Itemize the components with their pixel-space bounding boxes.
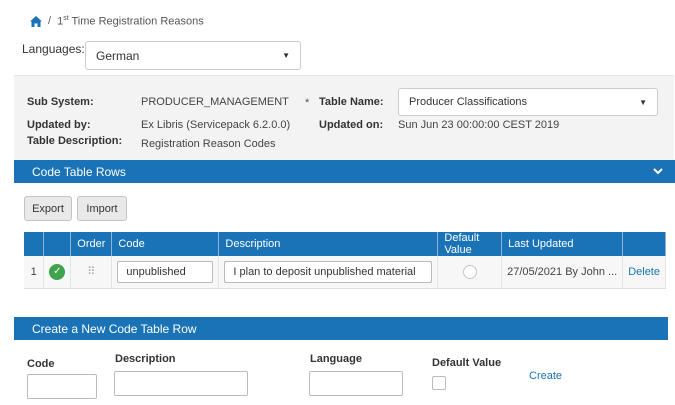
table-name-label: Table Name:: [319, 96, 384, 108]
export-button[interactable]: Export: [24, 196, 72, 221]
updated-on-value: Sun Jun 23 00:00:00 CEST 2019: [398, 119, 560, 131]
description-input[interactable]: I plan to deposit unpublished material: [224, 260, 433, 283]
language-label: Language: [310, 353, 362, 365]
chevron-down-icon: ▼: [639, 97, 647, 107]
col-last-updated: Last Updated: [501, 232, 624, 256]
create-row-title: Create a New Code Table Row: [32, 321, 197, 336]
create-link[interactable]: Create: [529, 370, 562, 382]
table-name-select[interactable]: Producer Classifications ▼: [398, 88, 658, 116]
sub-system-label: Sub System:: [27, 96, 94, 108]
check-circle-icon: ✓: [49, 263, 66, 280]
breadcrumb-title: Time Registration Reasons: [68, 15, 204, 28]
default-value-radio[interactable]: [462, 264, 477, 279]
code-input[interactable]: unpublished: [117, 260, 214, 283]
chevron-down-icon[interactable]: [653, 168, 663, 175]
chevron-down-icon: ▼: [282, 51, 290, 60]
col-index: [24, 232, 45, 256]
table-row: 1 ✓ ⠿ unpublished I plan to deposit unpu…: [24, 256, 666, 289]
col-default-value: Default Value: [437, 232, 503, 256]
table-description-value: Registration Reason Codes: [141, 138, 276, 150]
code-table-rows-header[interactable]: Code Table Rows: [14, 160, 675, 183]
language-selected: German: [96, 48, 140, 63]
updated-on-label: Updated on:: [319, 119, 384, 131]
row-index: 1: [24, 256, 45, 289]
row-description-cell: I plan to deposit unpublished material: [218, 256, 439, 289]
create-row-header: Create a New Code Table Row: [14, 317, 668, 340]
updated-by-label: Updated by:: [27, 119, 91, 131]
code-label: Code: [27, 358, 55, 370]
col-description: Description: [218, 232, 439, 256]
sub-system-value: PRODUCER_MANAGEMENT: [141, 96, 289, 108]
col-action: [622, 232, 666, 256]
code-table: Order Code Description Default Value Las…: [24, 232, 666, 289]
new-language-input[interactable]: [309, 371, 403, 396]
default-value-label: Default Value: [432, 357, 502, 369]
languages-label: Languages:: [22, 42, 85, 56]
table-header-row: Order Code Description Default Value Las…: [24, 232, 666, 256]
breadcrumb-current: 1st Time Registration Reasons: [57, 15, 204, 28]
row-code-cell: unpublished: [111, 256, 220, 289]
row-status: ✓: [43, 256, 72, 289]
col-status: [43, 232, 72, 256]
drag-handle-icon[interactable]: ⠿: [70, 256, 113, 289]
col-order: Order: [70, 232, 113, 256]
new-description-input[interactable]: [114, 371, 248, 396]
required-marker: *: [305, 97, 310, 109]
breadcrumb-separator: /: [48, 15, 52, 27]
updated-by-value: Ex Libris (Servicepack 6.2.0.0): [141, 119, 291, 131]
home-icon[interactable]: [30, 15, 42, 27]
delete-link[interactable]: Delete: [628, 266, 660, 278]
import-button[interactable]: Import: [77, 196, 127, 221]
description-label: Description: [115, 353, 176, 365]
col-code: Code: [111, 232, 220, 256]
row-default-cell: [437, 256, 503, 289]
table-description-label: Table Description:: [27, 135, 123, 147]
new-default-checkbox[interactable]: [432, 376, 446, 390]
language-select[interactable]: German ▼: [85, 41, 301, 70]
row-last-updated: 27/05/2021 By John ...: [501, 256, 624, 289]
breadcrumb: / 1st Time Registration Reasons: [30, 11, 204, 31]
code-table-rows-title: Code Table Rows: [32, 164, 126, 179]
table-name-selected: Producer Classifications: [409, 96, 527, 108]
row-action-cell: Delete: [622, 256, 666, 289]
new-code-input[interactable]: [27, 374, 97, 399]
